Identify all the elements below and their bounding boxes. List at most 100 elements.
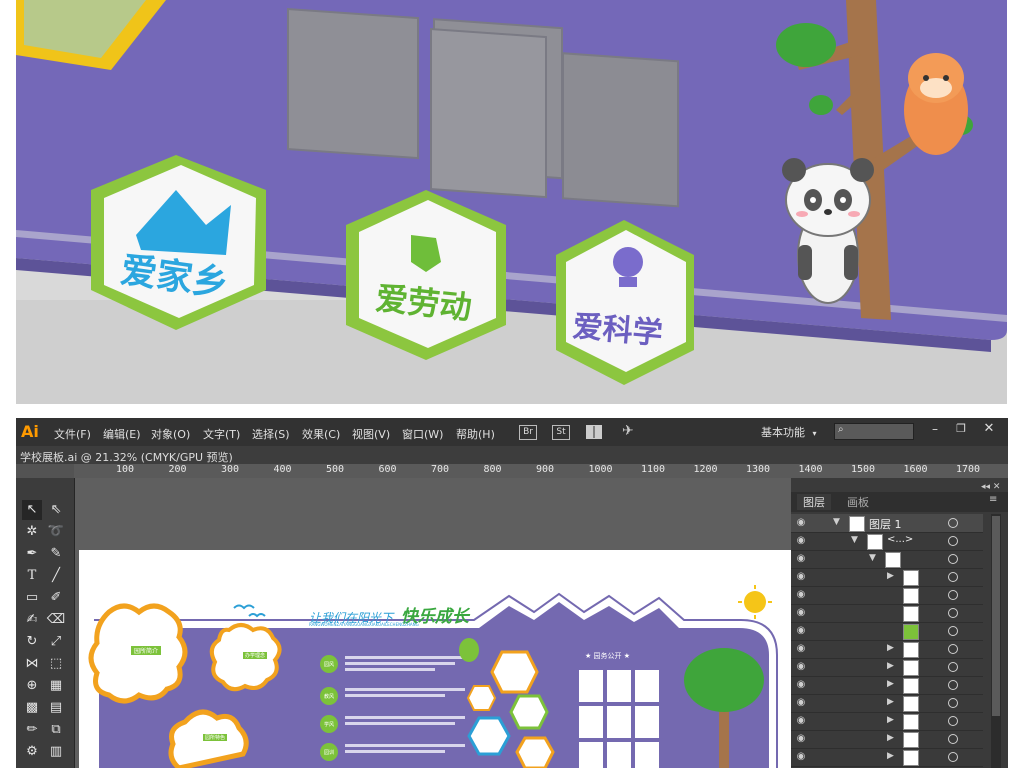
visibility-eye-icon[interactable]: ◉ — [795, 553, 807, 565]
panel-collapse-icon[interactable]: ◂◂ ✕ — [981, 482, 1000, 492]
symbol-sprayer-tool-icon[interactable]: ⚙ — [22, 742, 42, 762]
document-tab[interactable]: 学校展板.ai @ 21.32% (CMYK/GPU 预览) — [20, 449, 233, 465]
scale-tool-icon[interactable]: ⤢ — [46, 632, 66, 652]
lasso-tool-icon[interactable]: ➰ — [46, 522, 66, 542]
layer-row[interactable]: ◉ ▼ — [791, 550, 983, 569]
layer-row[interactable]: ◉ ▶ — [791, 676, 983, 695]
target-circle-icon[interactable] — [948, 680, 958, 690]
workspace-switcher[interactable]: 基本功能 ▾ — [761, 424, 817, 440]
gpu-performance-icon[interactable]: ✈ — [622, 423, 634, 439]
target-circle-icon[interactable] — [948, 590, 958, 600]
menu-file[interactable]: 文件(F) — [54, 426, 91, 442]
scrollbar-thumb[interactable] — [992, 516, 1000, 716]
visibility-eye-icon[interactable]: ◉ — [795, 643, 807, 655]
type-tool-icon[interactable]: T — [22, 566, 42, 586]
visibility-eye-icon[interactable]: ◉ — [795, 517, 807, 529]
menu-effect[interactable]: 效果(C) — [302, 426, 340, 442]
layer-row[interactable]: ◉ ▼ <...> — [791, 532, 983, 551]
expand-triangle-icon[interactable]: ▶ — [887, 751, 894, 761]
expand-triangle-icon[interactable]: ▶ — [887, 733, 894, 743]
canvas-area[interactable]: 让我们在阳光下 快乐成长 RANGWOMENZAIYANGGUANGXIAKUA… — [75, 478, 791, 768]
target-circle-icon[interactable] — [948, 716, 958, 726]
perspective-grid-tool-icon[interactable]: ▦ — [46, 676, 66, 696]
expand-triangle-icon[interactable]: ▼ — [869, 553, 876, 563]
shaper-tool-icon[interactable]: ✍ — [22, 610, 42, 630]
curvature-tool-icon[interactable]: ✎ — [46, 544, 66, 564]
layer-row[interactable]: ◉ — [791, 604, 983, 623]
menu-type[interactable]: 文字(T) — [203, 426, 240, 442]
target-circle-icon[interactable] — [948, 608, 958, 618]
layer-row[interactable]: ◉ ▶ — [791, 658, 983, 677]
shape-builder-tool-icon[interactable]: ⊕ — [22, 676, 42, 696]
target-circle-icon[interactable] — [948, 536, 958, 546]
tab-layers[interactable]: 图层 — [797, 494, 831, 510]
menu-help[interactable]: 帮助(H) — [456, 426, 495, 442]
layers-scrollbar[interactable] — [991, 514, 1001, 768]
group-name[interactable]: <...> — [887, 534, 913, 545]
eraser-tool-icon[interactable]: ⌫ — [46, 610, 66, 630]
expand-triangle-icon[interactable]: ▶ — [887, 697, 894, 707]
target-circle-icon[interactable] — [948, 518, 958, 528]
artboard[interactable]: 让我们在阳光下 快乐成长 RANGWOMENZAIYANGGUANGXIAKUA… — [79, 550, 791, 768]
visibility-eye-icon[interactable]: ◉ — [795, 661, 807, 673]
pen-tool-icon[interactable]: ✒ — [22, 544, 42, 564]
close-button[interactable]: ✕ — [980, 421, 998, 436]
layer-row[interactable]: ◉ — [791, 622, 983, 641]
visibility-eye-icon[interactable]: ◉ — [795, 589, 807, 601]
expand-triangle-icon[interactable]: ▶ — [887, 571, 894, 581]
visibility-eye-icon[interactable]: ◉ — [795, 697, 807, 709]
expand-triangle-icon[interactable]: ▶ — [887, 643, 894, 653]
direct-selection-tool-icon[interactable]: ⇖ — [46, 500, 66, 520]
target-circle-icon[interactable] — [948, 554, 958, 564]
target-circle-icon[interactable] — [948, 698, 958, 708]
paintbrush-tool-icon[interactable]: ✐ — [46, 588, 66, 608]
panel-menu-icon[interactable]: ≡ — [989, 494, 997, 505]
visibility-eye-icon[interactable]: ◉ — [795, 535, 807, 547]
magic-wand-tool-icon[interactable]: ✲ — [22, 522, 42, 542]
mesh-tool-icon[interactable]: ▩ — [22, 698, 42, 718]
blend-tool-icon[interactable]: ⧉ — [46, 720, 66, 740]
visibility-eye-icon[interactable]: ◉ — [795, 571, 807, 583]
width-tool-icon[interactable]: ⋈ — [22, 654, 42, 674]
expand-triangle-icon[interactable]: ▶ — [887, 661, 894, 671]
visibility-eye-icon[interactable]: ◉ — [795, 733, 807, 745]
expand-triangle-icon[interactable]: ▼ — [833, 517, 840, 527]
visibility-eye-icon[interactable]: ◉ — [795, 625, 807, 637]
layer-row[interactable]: ◉ ▶ — [791, 568, 983, 587]
layer-row[interactable]: ◉ ▶ — [791, 730, 983, 749]
visibility-eye-icon[interactable]: ◉ — [795, 715, 807, 727]
target-circle-icon[interactable] — [948, 752, 958, 762]
selection-tool-icon[interactable]: ↖ — [22, 500, 42, 520]
target-circle-icon[interactable] — [948, 734, 958, 744]
layer-row[interactable]: ◉ — [791, 586, 983, 605]
expand-triangle-icon[interactable]: ▶ — [887, 715, 894, 725]
bridge-button[interactable]: Br — [519, 425, 537, 440]
ai-logo[interactable]: Ai — [21, 422, 39, 441]
rotate-tool-icon[interactable]: ↻ — [22, 632, 42, 652]
visibility-eye-icon[interactable]: ◉ — [795, 679, 807, 691]
line-tool-icon[interactable]: ╱ — [46, 566, 66, 586]
search-input[interactable]: ⌕ — [834, 423, 914, 440]
layer-row[interactable]: ◉ ▶ — [791, 712, 983, 731]
visibility-eye-icon[interactable]: ◉ — [795, 607, 807, 619]
layer-row[interactable]: ◉ ▶ — [791, 748, 983, 767]
layer-name[interactable]: 图层 1 — [869, 516, 902, 532]
eyedropper-tool-icon[interactable]: ✏ — [22, 720, 42, 740]
menu-object[interactable]: 对象(O) — [151, 426, 190, 442]
tab-artboards[interactable]: 画板 — [847, 494, 869, 510]
arrange-documents-icon[interactable] — [586, 425, 602, 439]
horizontal-ruler[interactable]: 100 200 300 400 500 600 700 800 900 1000 1100 1200 1… — [74, 464, 1008, 479]
target-circle-icon[interactable] — [948, 662, 958, 672]
minimize-button[interactable]: – — [926, 422, 944, 436]
target-circle-icon[interactable] — [948, 572, 958, 582]
stock-button[interactable]: St — [552, 425, 570, 440]
expand-triangle-icon[interactable]: ▶ — [887, 679, 894, 689]
menu-select[interactable]: 选择(S) — [252, 426, 290, 442]
layer-row[interactable]: ◉ ▶ — [791, 694, 983, 713]
visibility-eye-icon[interactable]: ◉ — [795, 751, 807, 763]
column-graph-tool-icon[interactable]: ▥ — [46, 742, 66, 762]
menu-view[interactable]: 视图(V) — [352, 426, 390, 442]
rectangle-tool-icon[interactable]: ▭ — [22, 588, 42, 608]
gradient-tool-icon[interactable]: ▤ — [46, 698, 66, 718]
layer-row[interactable]: ◉ ▼ 图层 1 — [791, 514, 983, 533]
